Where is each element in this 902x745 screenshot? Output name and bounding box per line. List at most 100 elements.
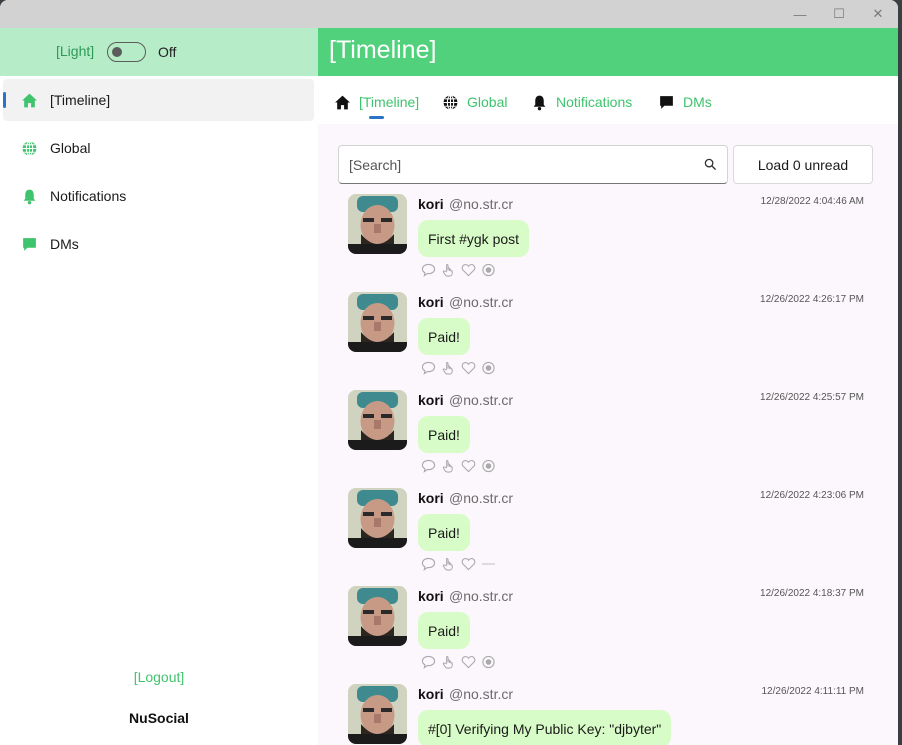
post-author[interactable]: kori [418, 588, 444, 604]
tab-bar: [Timeline] Global Notifications DMs [318, 76, 898, 124]
page-title: [Timeline] [329, 36, 437, 64]
post-content: Paid! [418, 318, 470, 355]
post-item: kori @no.str.cr 12/26/2022 4:11:11 PM #[… [348, 684, 868, 745]
boost-icon[interactable] [441, 263, 456, 277]
post-actions [421, 655, 501, 669]
theme-bar: [Light] Off [0, 28, 318, 76]
chat-icon [660, 95, 673, 109]
boost-icon[interactable] [441, 557, 456, 571]
reply-icon[interactable] [421, 557, 436, 571]
bell-icon [23, 189, 36, 205]
post-content: Paid! [418, 514, 470, 551]
theme-toggle[interactable] [107, 42, 146, 62]
sidebar-item-label: DMs [50, 236, 79, 252]
tab-label: Notifications [556, 94, 633, 110]
post-author[interactable]: kori [418, 490, 444, 506]
sidebar-item-notifications[interactable]: Notifications [3, 175, 314, 217]
app-brand: NuSocial [129, 710, 189, 726]
tab-dms[interactable]: DMs [658, 92, 712, 112]
like-icon[interactable] [461, 459, 476, 473]
post-handle: @no.str.cr [449, 392, 514, 408]
load-unread-button[interactable]: Load 0 unread [733, 145, 873, 184]
tab-notifications[interactable]: Notifications [531, 92, 632, 112]
post-handle: @no.str.cr [449, 686, 514, 702]
post-author[interactable]: kori [418, 196, 444, 212]
globe-icon [443, 94, 458, 110]
like-icon[interactable] [461, 655, 476, 669]
avatar[interactable] [348, 586, 407, 646]
page-header: [Timeline] [318, 28, 898, 76]
logout-link[interactable]: [Logout] [0, 669, 318, 685]
reply-icon[interactable] [421, 361, 436, 375]
tab-global[interactable]: Global [442, 92, 507, 112]
post-timestamp: 12/26/2022 4:25:57 PM [760, 392, 864, 403]
boost-icon[interactable] [441, 459, 456, 473]
theme-toggle-state: Off [158, 44, 177, 60]
like-icon[interactable] [461, 361, 476, 375]
close-button[interactable]: ✕ [858, 0, 898, 28]
search-placeholder: [Search] [349, 157, 402, 173]
post-handle: @no.str.cr [449, 588, 514, 604]
home-icon [335, 95, 350, 109]
sidebar: [Light] Off [Timeline] Global Notificati… [0, 28, 318, 745]
tab-label: DMs [683, 94, 712, 110]
like-icon[interactable] [461, 557, 476, 571]
minimize-button[interactable]: — [780, 0, 820, 28]
reply-icon[interactable] [421, 655, 436, 669]
post-timestamp: 12/26/2022 4:26:17 PM [760, 294, 864, 305]
avatar[interactable] [348, 292, 407, 352]
avatar[interactable] [348, 488, 407, 548]
boost-icon[interactable] [441, 361, 456, 375]
like-icon[interactable] [461, 263, 476, 277]
post-author[interactable]: kori [418, 294, 444, 310]
sidebar-item-global[interactable]: Global [3, 127, 314, 169]
avatar[interactable] [348, 684, 407, 744]
sidebar-item-timeline[interactable]: [Timeline] [3, 79, 314, 121]
title-bar: — ☐ ✕ [0, 0, 898, 28]
globe-icon [22, 141, 37, 156]
zap-icon[interactable] [481, 361, 496, 375]
reply-icon[interactable] [421, 459, 436, 473]
app-window: — ☐ ✕ [Light] Off [Timeline] Global Noti… [0, 0, 898, 745]
post-actions [421, 557, 501, 571]
post-item: kori @no.str.cr 12/26/2022 4:25:57 PM Pa… [348, 390, 868, 488]
post-author[interactable]: kori [418, 686, 444, 702]
post-timestamp: 12/26/2022 4:11:11 PM [761, 686, 865, 697]
post-handle: @no.str.cr [449, 294, 514, 310]
post-content: Paid! [418, 612, 470, 649]
post-handle: @no.str.cr [449, 490, 514, 506]
post-handle: @no.str.cr [449, 196, 514, 212]
avatar[interactable] [348, 390, 407, 450]
sidebar-item-label: Notifications [50, 188, 127, 204]
post-item: kori @no.str.cr 12/26/2022 4:18:37 PM Pa… [348, 586, 868, 684]
sidebar-item-label: Global [50, 140, 91, 156]
post-timestamp: 12/26/2022 4:23:06 PM [760, 490, 864, 501]
post-content: First #ygk post [418, 220, 530, 257]
search-icon [704, 158, 717, 171]
sidebar-item-dms[interactable]: DMs [3, 223, 314, 265]
toggle-knob [112, 46, 122, 57]
boost-icon[interactable] [441, 655, 456, 669]
post-author[interactable]: kori [418, 392, 444, 408]
avatar[interactable] [348, 194, 407, 254]
zap-icon[interactable] [481, 263, 496, 277]
zap-icon[interactable] [481, 655, 496, 669]
tab-timeline[interactable]: [Timeline] [334, 92, 419, 112]
zap-loading-icon [481, 563, 496, 565]
chat-icon [23, 238, 36, 251]
reply-icon[interactable] [421, 263, 436, 277]
tab-label: Global [467, 94, 508, 110]
maximize-button[interactable]: ☐ [819, 0, 859, 28]
post-item: kori @no.str.cr 12/26/2022 4:26:17 PM Pa… [348, 292, 868, 390]
search-input[interactable]: [Search] [338, 145, 728, 184]
post-actions [421, 263, 501, 277]
zap-icon[interactable] [481, 459, 496, 473]
post-content: #[0] Verifying My Public Key: "djbyter" [418, 710, 672, 745]
post-item: kori @no.str.cr 12/26/2022 4:23:06 PM Pa… [348, 488, 868, 586]
post-timestamp: 12/26/2022 4:18:37 PM [760, 588, 864, 599]
sidebar-item-label: [Timeline] [50, 92, 111, 108]
active-indicator [3, 92, 6, 108]
post-timestamp: 12/28/2022 4:04:46 AM [760, 196, 864, 207]
home-icon [22, 93, 37, 108]
post-item: kori @no.str.cr 12/28/2022 4:04:46 AM Fi… [348, 194, 868, 292]
